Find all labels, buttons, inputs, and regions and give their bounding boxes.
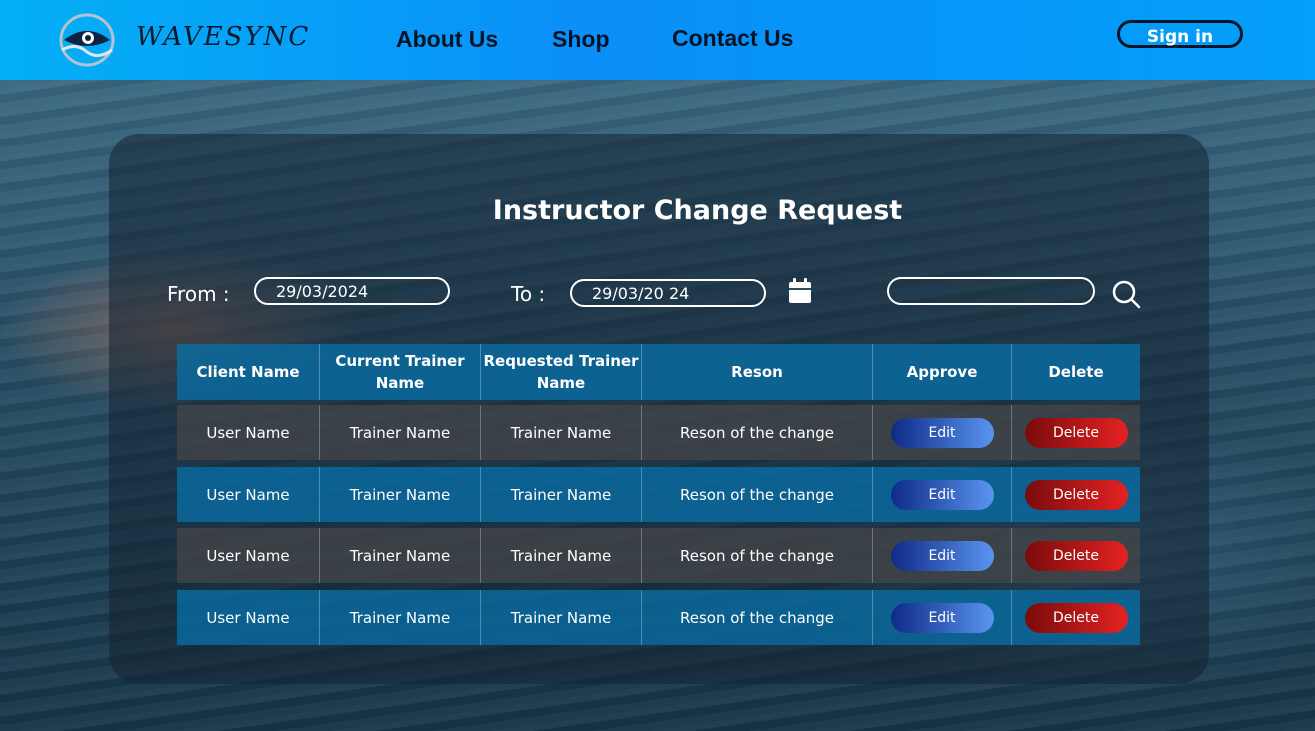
reason-cell: Reson of the change — [642, 467, 873, 522]
from-date-input[interactable] — [254, 277, 450, 305]
column-header: Approve — [873, 344, 1012, 400]
table-row: User Name Trainer Name Trainer Name Reso… — [177, 590, 1140, 645]
approve-cell: Edit — [873, 467, 1012, 522]
client-name-cell: User Name — [177, 528, 320, 583]
brand-name[interactable]: WAVESYNC — [136, 22, 310, 52]
calendar-icon[interactable] — [788, 278, 812, 304]
wave-eye-logo[interactable] — [58, 10, 116, 68]
to-label: To : — [511, 282, 546, 306]
nav-shop[interactable]: Shop — [552, 26, 610, 53]
delete-button[interactable]: Delete — [1024, 417, 1128, 448]
column-header: Current Trainer Name — [320, 344, 481, 400]
sign-in-button[interactable]: Sign in — [1117, 20, 1243, 48]
nav-about-us[interactable]: About Us — [396, 26, 498, 53]
current-trainer-cell: Trainer Name — [320, 528, 481, 583]
requested-trainer-cell: Trainer Name — [481, 590, 642, 645]
column-header: Reson — [642, 344, 873, 400]
edit-button[interactable]: Edit — [890, 602, 994, 633]
search-icon[interactable] — [1111, 279, 1141, 309]
table-row: User Name Trainer Name Trainer Name Reso… — [177, 405, 1140, 460]
edit-button[interactable]: Edit — [890, 479, 994, 510]
delete-button[interactable]: Delete — [1024, 479, 1128, 510]
delete-cell: Delete — [1012, 405, 1140, 460]
column-header: Requested Trainer Name — [481, 344, 642, 400]
requested-trainer-cell: Trainer Name — [481, 528, 642, 583]
table-row: User Name Trainer Name Trainer Name Reso… — [177, 528, 1140, 583]
delete-cell: Delete — [1012, 590, 1140, 645]
current-trainer-cell: Trainer Name — [320, 590, 481, 645]
current-trainer-cell: Trainer Name — [320, 405, 481, 460]
current-trainer-cell: Trainer Name — [320, 467, 481, 522]
delete-cell: Delete — [1012, 528, 1140, 583]
approve-cell: Edit — [873, 590, 1012, 645]
nav-contact-us[interactable]: Contact Us — [672, 25, 793, 52]
edit-button[interactable]: Edit — [890, 417, 994, 448]
approve-cell: Edit — [873, 528, 1012, 583]
from-label: From : — [167, 282, 230, 306]
edit-button[interactable]: Edit — [890, 540, 994, 571]
reason-cell: Reson of the change — [642, 405, 873, 460]
table-header-row: Client Name Current Trainer Name Request… — [177, 344, 1140, 400]
top-navigation-bar: WAVESYNC About Us Shop Contact Us Sign i… — [0, 0, 1315, 80]
delete-button[interactable]: Delete — [1024, 540, 1128, 571]
client-name-cell: User Name — [177, 405, 320, 460]
search-input[interactable] — [887, 277, 1095, 305]
reason-cell: Reson of the change — [642, 590, 873, 645]
delete-cell: Delete — [1012, 467, 1140, 522]
reason-cell: Reson of the change — [642, 528, 873, 583]
requested-trainer-cell: Trainer Name — [481, 405, 642, 460]
approve-cell: Edit — [873, 405, 1012, 460]
client-name-cell: User Name — [177, 467, 320, 522]
table-row: User Name Trainer Name Trainer Name Reso… — [177, 467, 1140, 522]
column-header: Client Name — [177, 344, 320, 400]
column-header: Delete — [1048, 363, 1104, 381]
client-name-cell: User Name — [177, 590, 320, 645]
to-date-input[interactable] — [570, 279, 766, 307]
requested-trainer-cell: Trainer Name — [481, 467, 642, 522]
delete-button[interactable]: Delete — [1024, 602, 1128, 633]
page-title: Instructor Change Request — [492, 195, 903, 226]
